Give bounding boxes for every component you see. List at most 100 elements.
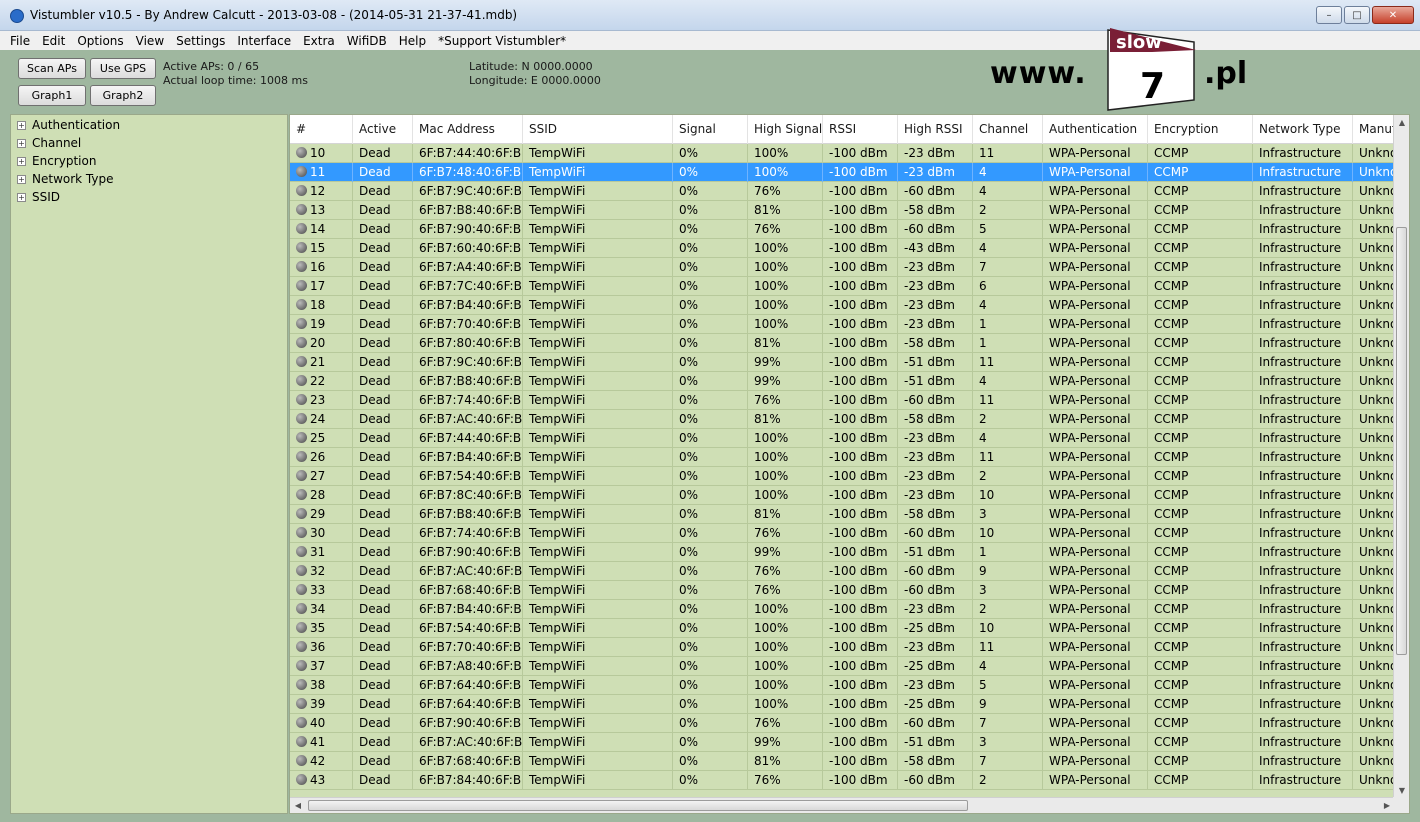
- table-row[interactable]: 31 Dead 6F:B7:90:40:6F:B7 TempWiFi 0% 99% -100…: [290, 543, 1395, 562]
- column-header-number[interactable]: #: [290, 115, 353, 144]
- expand-icon[interactable]: +: [17, 192, 26, 202]
- horizontal-scrollbar[interactable]: ◀ ▶: [290, 797, 1395, 813]
- menu-item-support-vistumbler[interactable]: *Support Vistumbler*: [438, 34, 566, 48]
- table-row[interactable]: 21 Dead 6F:B7:9C:40:6F:B7 TempWiFi 0% 99% -100…: [290, 353, 1395, 372]
- table-row[interactable]: 37 Dead 6F:B7:A8:40:6F:B7 TempWiFi 0% 100% -10…: [290, 657, 1395, 676]
- table-row[interactable]: 12 Dead 6F:B7:9C:40:6F:B7 TempWiFi 0% 76% -100…: [290, 182, 1395, 201]
- scroll-up-icon[interactable]: ▲: [1394, 115, 1409, 131]
- menu-item-options[interactable]: Options: [77, 34, 123, 48]
- table-row[interactable]: 43 Dead 6F:B7:84:40:6F:B7 TempWiFi 0% 76% -100…: [290, 771, 1395, 790]
- row-number: 18: [310, 298, 326, 312]
- vertical-scrollbar[interactable]: ▲ ▼: [1393, 115, 1409, 799]
- column-header-manuf[interactable]: Manuf: [1353, 115, 1395, 144]
- tree-item-authentication[interactable]: + Authentication: [17, 118, 120, 132]
- table-row[interactable]: 39 Dead 6F:B7:64:40:6F:B7 TempWiFi 0% 100% -10…: [290, 695, 1395, 714]
- table-cell: Infrastructure: [1253, 562, 1353, 581]
- table-row[interactable]: 18 Dead 6F:B7:B4:40:6F:B7 TempWiFi 0% 100% -10…: [290, 296, 1395, 315]
- menu-item-wifidb[interactable]: WifiDB: [347, 34, 387, 48]
- vertical-scroll-thumb[interactable]: [1396, 227, 1407, 655]
- table-cell: -23 dBm: [898, 429, 973, 448]
- column-header-mac-address[interactable]: Mac Address: [413, 115, 523, 144]
- graph1-button[interactable]: Graph1: [18, 85, 86, 106]
- table-cell: 81%: [748, 334, 823, 353]
- table-row[interactable]: 23 Dead 6F:B7:74:40:6F:B7 TempWiFi 0% 76% -100…: [290, 391, 1395, 410]
- menu-item-view[interactable]: View: [136, 34, 164, 48]
- menu-item-edit[interactable]: Edit: [42, 34, 65, 48]
- row-number: 20: [310, 336, 326, 350]
- column-header-rssi[interactable]: RSSI: [823, 115, 898, 144]
- table-row[interactable]: 34 Dead 6F:B7:B4:40:6F:B7 TempWiFi 0% 100% -10…: [290, 600, 1395, 619]
- app-icon[interactable]: [10, 9, 24, 23]
- tree-item-channel[interactable]: + Channel: [17, 136, 81, 150]
- table-row[interactable]: 35 Dead 6F:B7:54:40:6F:B7 TempWiFi 0% 100% -10…: [290, 619, 1395, 638]
- column-header-authentication[interactable]: Authentication: [1043, 115, 1148, 144]
- expand-icon[interactable]: +: [17, 156, 26, 166]
- column-header-high-rssi[interactable]: High RSSI: [898, 115, 973, 144]
- table-row[interactable]: 27 Dead 6F:B7:54:40:6F:B7 TempWiFi 0% 100% -10…: [290, 467, 1395, 486]
- table-row[interactable]: 11 Dead 6F:B7:48:40:6F:B7 TempWiFi 0% 100% -10…: [290, 163, 1395, 182]
- column-header-signal[interactable]: Signal: [673, 115, 748, 144]
- table-cell: -100 dBm: [823, 163, 898, 182]
- menu-item-settings[interactable]: Settings: [176, 34, 225, 48]
- table-row[interactable]: 16 Dead 6F:B7:A4:40:6F:B7 TempWiFi 0% 100% -10…: [290, 258, 1395, 277]
- table-row[interactable]: 24 Dead 6F:B7:AC:40:6F:B7 TempWiFi 0% 81% -100…: [290, 410, 1395, 429]
- column-header-channel[interactable]: Channel: [973, 115, 1043, 144]
- table-cell: Dead: [353, 334, 413, 353]
- scan-aps-button[interactable]: Scan APs: [18, 58, 86, 79]
- table-cell: 0%: [673, 505, 748, 524]
- menu-item-file[interactable]: File: [10, 34, 30, 48]
- table-row[interactable]: 20 Dead 6F:B7:80:40:6F:B7 TempWiFi 0% 81% -100…: [290, 334, 1395, 353]
- row-number: 16: [310, 260, 326, 274]
- table-row[interactable]: 26 Dead 6F:B7:B4:40:6F:B7 TempWiFi 0% 100% -10…: [290, 448, 1395, 467]
- column-header-network-type[interactable]: Network Type: [1253, 115, 1353, 144]
- signal-dead-icon: [296, 318, 307, 329]
- table-row[interactable]: 38 Dead 6F:B7:64:40:6F:B7 TempWiFi 0% 100% -10…: [290, 676, 1395, 695]
- table-cell: Unkno: [1353, 581, 1395, 600]
- table-cell: 36: [290, 638, 353, 657]
- table-row[interactable]: 10 Dead 6F:B7:44:40:6F:B7 TempWiFi 0% 100% -10…: [290, 144, 1395, 163]
- table-row[interactable]: 30 Dead 6F:B7:74:40:6F:B7 TempWiFi 0% 76% -100…: [290, 524, 1395, 543]
- close-button[interactable]: ✕: [1372, 6, 1414, 24]
- table-row[interactable]: 33 Dead 6F:B7:68:40:6F:B7 TempWiFi 0% 76% -100…: [290, 581, 1395, 600]
- minimize-button[interactable]: –: [1316, 6, 1342, 24]
- menu-item-interface[interactable]: Interface: [237, 34, 291, 48]
- table-cell: Dead: [353, 543, 413, 562]
- column-header-ssid[interactable]: SSID: [523, 115, 673, 144]
- expand-icon[interactable]: +: [17, 138, 26, 148]
- menu-item-help[interactable]: Help: [399, 34, 426, 48]
- maximize-button[interactable]: □: [1344, 6, 1370, 24]
- table-row[interactable]: 14 Dead 6F:B7:90:40:6F:B7 TempWiFi 0% 76% -100…: [290, 220, 1395, 239]
- expand-icon[interactable]: +: [17, 174, 26, 184]
- tree-item-encryption[interactable]: + Encryption: [17, 154, 96, 168]
- graph2-button[interactable]: Graph2: [90, 85, 156, 106]
- table-row[interactable]: 17 Dead 6F:B7:7C:40:6F:B7 TempWiFi 0% 100% -10…: [290, 277, 1395, 296]
- column-header-high-signal[interactable]: High Signal: [748, 115, 823, 144]
- longitude-readout: Longitude: E 0000.0000: [469, 74, 601, 87]
- tree-item-ssid[interactable]: + SSID: [17, 190, 60, 204]
- table-cell: Infrastructure: [1253, 277, 1353, 296]
- column-header-encryption[interactable]: Encryption: [1148, 115, 1253, 144]
- table-cell: Dead: [353, 619, 413, 638]
- table-row[interactable]: 19 Dead 6F:B7:70:40:6F:B7 TempWiFi 0% 100% -10…: [290, 315, 1395, 334]
- table-row[interactable]: 28 Dead 6F:B7:8C:40:6F:B7 TempWiFi 0% 100% -10…: [290, 486, 1395, 505]
- horizontal-scroll-thumb[interactable]: [308, 800, 968, 811]
- scroll-left-icon[interactable]: ◀: [290, 798, 306, 813]
- table-cell: 0%: [673, 182, 748, 201]
- table-row[interactable]: 42 Dead 6F:B7:68:40:6F:B7 TempWiFi 0% 81% -100…: [290, 752, 1395, 771]
- table-row[interactable]: 13 Dead 6F:B7:B8:40:6F:B7 TempWiFi 0% 81% -100…: [290, 201, 1395, 220]
- table-row[interactable]: 40 Dead 6F:B7:90:40:6F:B7 TempWiFi 0% 76% -100…: [290, 714, 1395, 733]
- table-row[interactable]: 15 Dead 6F:B7:60:40:6F:B7 TempWiFi 0% 100% -10…: [290, 239, 1395, 258]
- tree-item-network-type[interactable]: + Network Type: [17, 172, 113, 186]
- menu-item-extra[interactable]: Extra: [303, 34, 335, 48]
- table-cell: WPA-Personal: [1043, 429, 1148, 448]
- table-cell: -60 dBm: [898, 182, 973, 201]
- table-row[interactable]: 41 Dead 6F:B7:AC:40:6F:B7 TempWiFi 0% 99% -100…: [290, 733, 1395, 752]
- table-row[interactable]: 36 Dead 6F:B7:70:40:6F:B7 TempWiFi 0% 100% -10…: [290, 638, 1395, 657]
- expand-icon[interactable]: +: [17, 120, 26, 130]
- table-row[interactable]: 22 Dead 6F:B7:B8:40:6F:B7 TempWiFi 0% 99% -100…: [290, 372, 1395, 391]
- table-row[interactable]: 25 Dead 6F:B7:44:40:6F:B7 TempWiFi 0% 100% -10…: [290, 429, 1395, 448]
- table-row[interactable]: 32 Dead 6F:B7:AC:40:6F:B7 TempWiFi 0% 76% -100…: [290, 562, 1395, 581]
- column-header-active[interactable]: Active: [353, 115, 413, 144]
- table-row[interactable]: 29 Dead 6F:B7:B8:40:6F:B7 TempWiFi 0% 81% -100…: [290, 505, 1395, 524]
- use-gps-button[interactable]: Use GPS: [90, 58, 156, 79]
